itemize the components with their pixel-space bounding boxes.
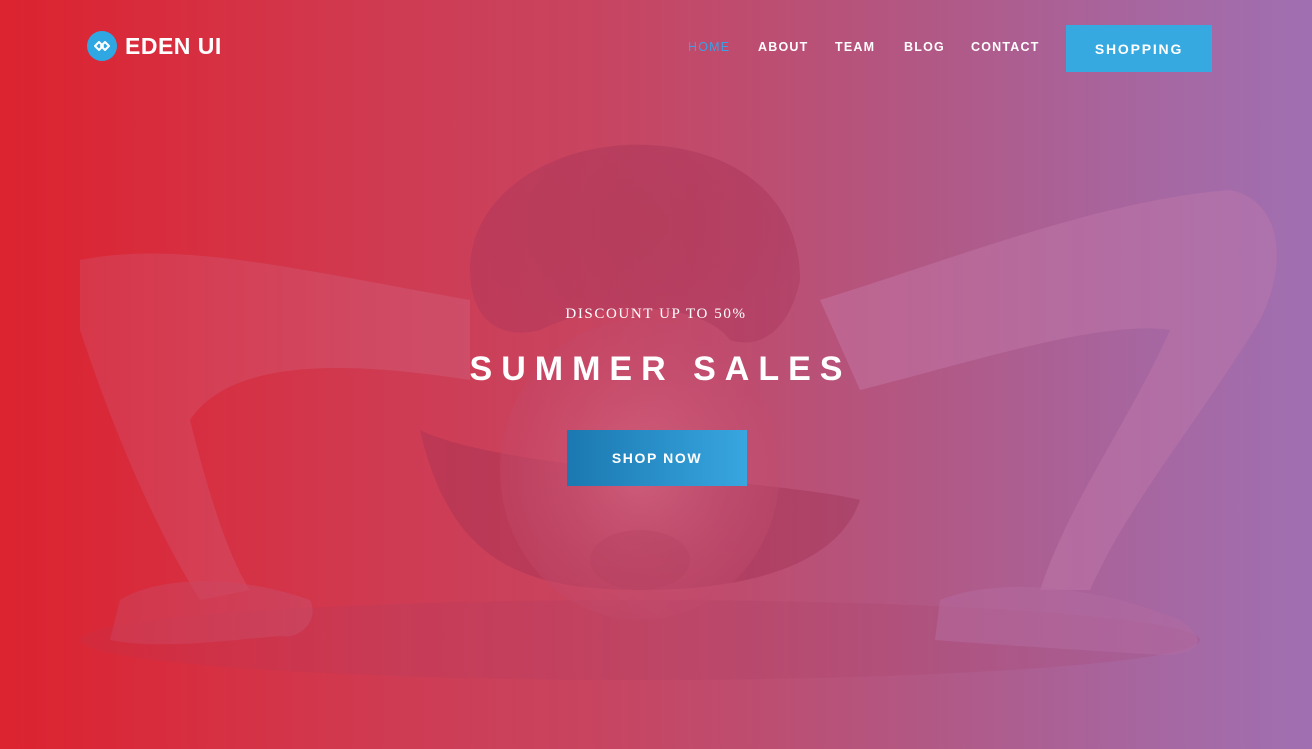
nav-item-home[interactable]: HOME [688,40,730,54]
nav-item-blog[interactable]: BLOG [904,40,945,54]
nav-item-team[interactable]: TEAM [835,40,875,54]
shop-now-button[interactable]: SHOP NOW [567,430,747,486]
hero-kicker: DISCOUNT UP TO 50% [565,306,747,322]
hero-section: EDEN UI HOME ABOUT TEAM BLOG CONTACT SHO… [0,0,1312,749]
shopping-button[interactable]: SHOPPING [1066,25,1212,72]
brand-name: EDEN UI [125,32,222,59]
hero-title: SUMMER SALES [469,350,852,388]
brand-logo[interactable]: EDEN UI [87,31,222,61]
nav-item-about[interactable]: ABOUT [758,40,808,54]
nav-item-contact[interactable]: CONTACT [971,40,1040,54]
link-icon [87,31,117,61]
